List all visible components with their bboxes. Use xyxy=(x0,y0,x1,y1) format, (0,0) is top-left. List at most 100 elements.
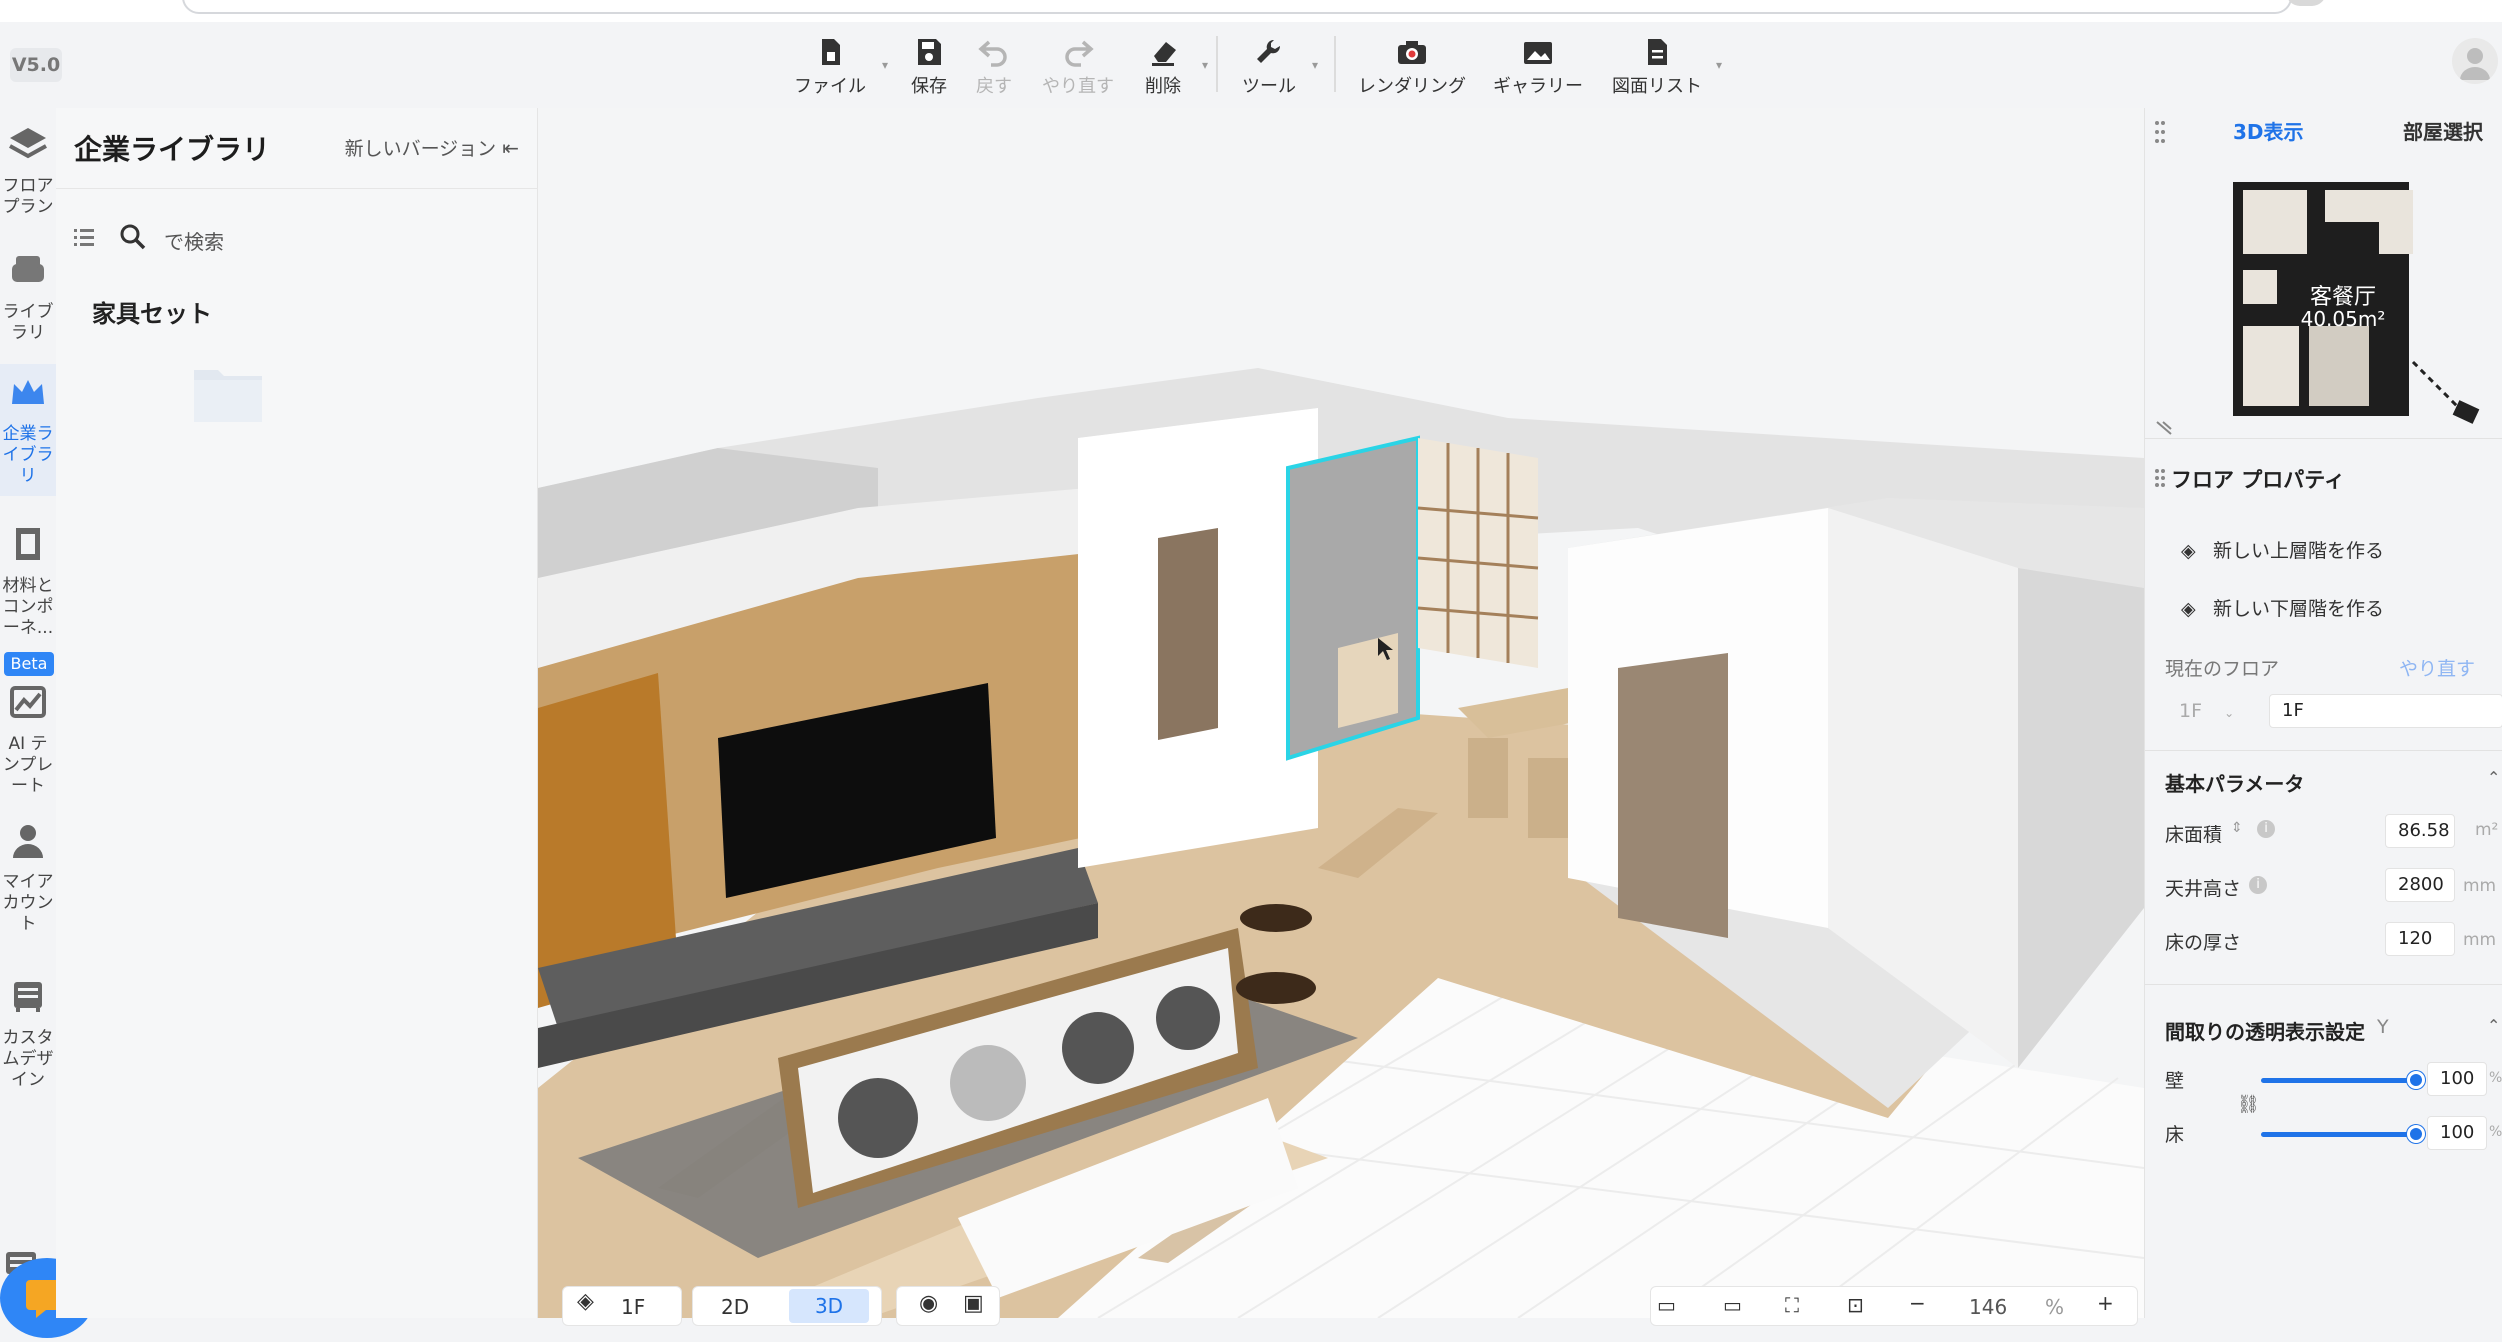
ai-template-icon xyxy=(10,686,46,718)
delete-button[interactable]: 削除 ▾ xyxy=(1136,28,1208,98)
sort-icon: ⇕ xyxy=(2231,820,2243,836)
file-menu-button[interactable]: ファイル ▾ xyxy=(790,28,888,98)
file-icon xyxy=(822,39,840,65)
shortcut-key: Y xyxy=(2377,1016,2389,1038)
folder-icon[interactable] xyxy=(192,362,264,424)
library-icon xyxy=(12,256,44,282)
zoom-out-icon[interactable]: − xyxy=(1909,1291,1926,1315)
wall-opacity-label: 壁 xyxy=(2165,1070,2185,1092)
eraser-icon xyxy=(1152,42,1176,66)
gallery-label: ギャラリー xyxy=(1493,76,1583,97)
cube-icon[interactable]: ▣ xyxy=(963,1291,984,1316)
drag-handle-icon[interactable] xyxy=(2155,120,2165,144)
delete-caret-icon: ▾ xyxy=(1201,58,1208,72)
ceiling-height-input[interactable]: 2800 xyxy=(2385,868,2455,902)
new-upper-floor-button[interactable]: ◈ 新しい上層階を作る xyxy=(2181,536,2384,563)
search-input[interactable]: で検索 xyxy=(164,226,224,255)
wall-opacity-input[interactable]: 100 xyxy=(2427,1062,2487,1096)
camera-direction-icon[interactable] xyxy=(2405,354,2485,434)
floor-switcher[interactable]: ◈ 1F xyxy=(562,1286,682,1326)
fit-view-icon[interactable]: ▭ xyxy=(1657,1293,1676,1317)
3d-scene[interactable] xyxy=(538,108,2144,1318)
view-mode-toggle[interactable]: 2D 3D xyxy=(692,1286,882,1326)
info-icon[interactable]: i xyxy=(2257,820,2275,838)
tools-menu-button[interactable]: ツール ▾ xyxy=(1238,28,1318,98)
library-search[interactable]: で検索 xyxy=(74,218,514,258)
info-icon[interactable]: i xyxy=(2249,876,2267,894)
far-wall xyxy=(2018,568,2144,1068)
version-badge: V5.0 xyxy=(10,48,62,82)
floor-area-label: 床面積 xyxy=(2165,824,2223,846)
view-tools[interactable]: ◉ ▣ xyxy=(896,1286,1000,1326)
floor-opacity-label: 床 xyxy=(2165,1124,2185,1146)
zoom-in-icon[interactable]: + xyxy=(2097,1291,2114,1315)
list-icon[interactable] xyxy=(74,226,96,248)
floor-opacity-slider[interactable] xyxy=(2261,1132,2415,1137)
dining-chair xyxy=(1468,738,1508,818)
focus-icon[interactable]: ⛶ xyxy=(1785,1293,1799,1317)
toolbar-divider xyxy=(1334,36,1336,92)
floor-opacity-input[interactable]: 100 xyxy=(2427,1116,2487,1150)
rendering-button[interactable]: レンダリング xyxy=(1352,28,1472,98)
current-floor-label: 現在のフロア xyxy=(2165,658,2280,680)
pin-icon[interactable]: ◉ xyxy=(919,1291,938,1316)
user-avatar[interactable] xyxy=(2452,38,2498,84)
rail-item-custom-design[interactable]: カスタ ムデザ イン xyxy=(0,976,56,1092)
save-button[interactable]: 保存 xyxy=(902,28,956,98)
rail-label: AI テ ンプレ ート xyxy=(2,734,54,796)
layers-icon: ◈ xyxy=(577,1289,594,1314)
panel-divider xyxy=(56,188,538,189)
wrench-icon xyxy=(1257,39,1281,63)
rail-label: フロア プラン xyxy=(2,176,54,217)
percent-unit: % xyxy=(2489,1124,2502,1140)
new-upper-floor-label: 新しい上層階を作る xyxy=(2213,540,2385,562)
floor-properties-title: フロア プロパティ xyxy=(2171,468,2346,492)
tools-caret-icon: ▾ xyxy=(1311,58,1318,72)
drawing-list-caret-icon: ▾ xyxy=(1715,58,1722,72)
collapse-icon[interactable]: ⌃ xyxy=(2487,768,2500,787)
measure-icon[interactable]: ⊡ xyxy=(1847,1293,1864,1317)
3d-viewport[interactable] xyxy=(538,108,2144,1318)
gallery-button[interactable]: ギャラリー xyxy=(1488,28,1588,98)
tab-room-select[interactable]: 部屋選択 xyxy=(2403,116,2483,145)
wall-opacity-handle[interactable] xyxy=(2407,1071,2425,1089)
basic-params-title: 基本パラメータ xyxy=(2165,772,2305,796)
toolbar-divider xyxy=(1216,36,1218,92)
wall-opacity-slider[interactable] xyxy=(2261,1078,2415,1083)
floor-thickness-input[interactable]: 120 xyxy=(2385,922,2455,956)
floor-opacity-handle[interactable] xyxy=(2407,1125,2425,1143)
floor-level-select[interactable]: 1F ⌄ xyxy=(2179,700,2234,722)
zoom-toolbar[interactable]: ▭ ▭ ⛶ ⊡ − 146 % + xyxy=(1650,1286,2138,1326)
rail-item-materials[interactable]: 材料と コンポ ーネ... xyxy=(0,524,56,640)
panel-title: 企業ライブラリ xyxy=(74,133,271,166)
redo-link[interactable]: やり直す xyxy=(2399,654,2475,681)
rail-item-library[interactable]: ライブ ラリ xyxy=(0,250,56,350)
drawing-list-button[interactable]: 図面リスト ▾ xyxy=(1610,28,1722,98)
link-icon[interactable]: ⛓ xyxy=(2237,1094,2260,1115)
ceiling-height-label: 天井高さ xyxy=(2165,878,2242,900)
resize-handle-icon[interactable] xyxy=(2155,420,2175,436)
mode-2d-button[interactable]: 2D xyxy=(721,1295,749,1319)
new-version-link[interactable]: 新しいバージョン ⇤ xyxy=(345,134,519,161)
document-icon xyxy=(1648,39,1667,65)
new-lower-floor-button[interactable]: ◈ 新しい下層階を作る xyxy=(2181,594,2384,621)
zoom-value[interactable]: 146 xyxy=(1969,1295,2007,1319)
redo-icon xyxy=(1065,40,1094,67)
rail-item-enterprise-library[interactable]: 企業ラ イブラ リ xyxy=(0,364,56,496)
address-bar[interactable] xyxy=(182,0,2292,14)
rail-item-account[interactable]: マイア カウン ト xyxy=(0,820,56,936)
floor-area-input[interactable]: 86.58 xyxy=(2385,814,2455,848)
rail-item-ai-template[interactable]: AI テ ンプレ ート xyxy=(0,682,56,798)
save-label: 保存 xyxy=(911,76,947,97)
drag-handle-icon[interactable] xyxy=(2155,468,2165,488)
tab-3d-view[interactable]: 3D表示 xyxy=(2233,116,2304,145)
minimap[interactable]: 客餐厅 40.05m² xyxy=(2229,176,2429,416)
collapse-icon[interactable]: ⌃ xyxy=(2487,1016,2500,1035)
rail-item-floorplan[interactable]: フロア プラン xyxy=(0,124,56,224)
divider xyxy=(2145,984,2502,985)
screenshot-icon[interactable]: ▭ xyxy=(1723,1293,1742,1317)
side-table-base xyxy=(1236,972,1316,1004)
floor-name-input[interactable]: 1F xyxy=(2269,694,2502,728)
redo-button[interactable]: やり直す xyxy=(1038,28,1118,98)
undo-button[interactable]: 戻す xyxy=(966,28,1022,98)
